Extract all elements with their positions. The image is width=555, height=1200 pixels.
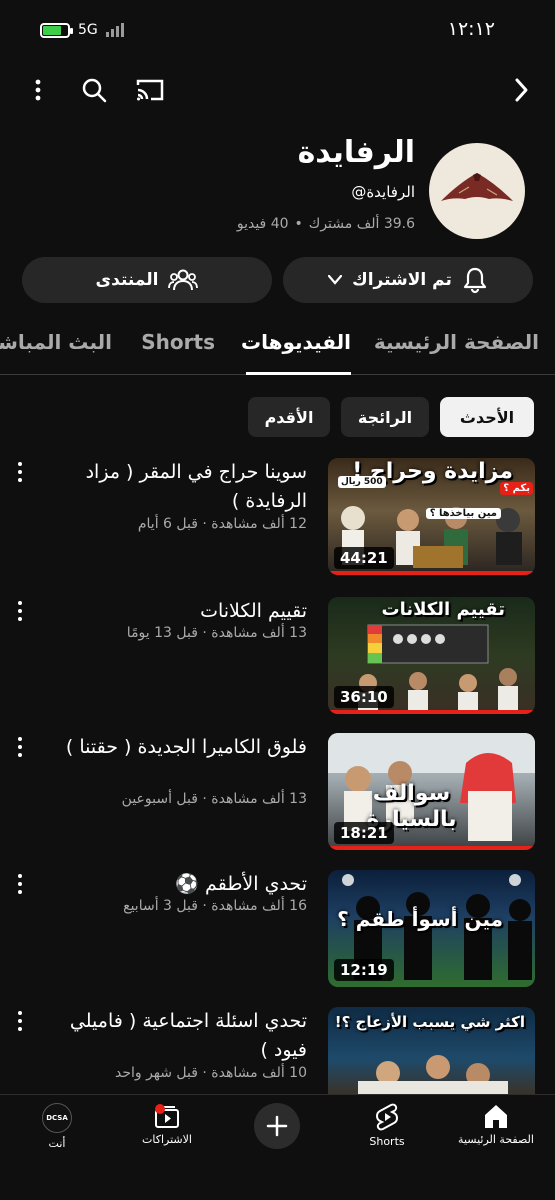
watch-progress-bar	[328, 846, 535, 850]
video-row[interactable]: مزايدة وحراج ! مين بياخذها ؟ بكم ؟ 500 ر…	[0, 458, 555, 584]
video-meta: 13 ألف مشاهدة · قبل أسبوعين	[121, 791, 307, 807]
nav-subscriptions[interactable]: الاشتراكات	[122, 1103, 212, 1146]
battery-icon	[40, 22, 73, 38]
nav-you-label: أنت	[48, 1137, 66, 1150]
chevron-down-icon	[328, 275, 343, 285]
video-duration: 12:19	[334, 959, 394, 981]
search-icon[interactable]	[78, 74, 110, 106]
video-menu-icon[interactable]	[14, 599, 26, 623]
nav-you[interactable]: DCSA أنت	[12, 1103, 102, 1150]
nav-home-label: الصفحة الرئيسية	[458, 1133, 534, 1146]
nav-subscriptions-label: الاشتراكات	[142, 1133, 192, 1146]
nav-shorts[interactable]: Shorts	[342, 1103, 432, 1148]
subscribed-button[interactable]: تم الاشتراك	[283, 257, 533, 303]
channel-logo-icon	[441, 173, 513, 201]
system-nav-area	[0, 1156, 555, 1200]
video-row[interactable]: سوالف بالسيارة 18:21 فلوق الكاميرا الجدي…	[0, 733, 555, 859]
video-title[interactable]: تحدي اسئلة اجتماعية ( فاميلي فيود )	[47, 1007, 307, 1065]
active-tab-indicator	[246, 372, 351, 375]
tab-videos[interactable]: الفيديوهات	[241, 330, 351, 354]
video-menu-icon[interactable]	[14, 735, 26, 759]
video-thumbnail[interactable]: تقييم الكلانات 36:10	[328, 597, 535, 714]
create-button[interactable]	[254, 1103, 300, 1149]
video-duration: 18:21	[334, 822, 394, 844]
status-icons: 5G	[40, 22, 124, 38]
network-label: 5G	[78, 22, 98, 38]
tab-live[interactable]: البث المباشر	[0, 330, 112, 354]
channel-stats: 39.6 ألف مشترك•40 فيديو	[236, 216, 415, 232]
nav-home[interactable]: الصفحة الرئيسية	[451, 1103, 541, 1146]
back-arrow-icon[interactable]	[505, 74, 537, 106]
thumbnail-tag: بكم ؟	[500, 482, 533, 495]
top-app-bar	[0, 62, 555, 118]
channel-name: الرفايدة	[297, 135, 415, 170]
nav-shorts-label: Shorts	[369, 1135, 405, 1148]
people-icon	[168, 269, 199, 291]
subscriptions-icon	[155, 1104, 179, 1128]
signal-icon	[105, 23, 124, 37]
video-meta: 16 ألف مشاهدة · قبل 3 أسابيع	[123, 898, 307, 914]
video-menu-icon[interactable]	[14, 460, 26, 484]
home-icon	[485, 1105, 507, 1128]
more-options-icon[interactable]	[22, 74, 54, 106]
video-title[interactable]: فلوق الكاميرا الجديدة ( حقتنا )	[47, 733, 307, 762]
user-avatar: DCSA	[42, 1103, 72, 1133]
thumbnail-title: مين أسوأ طقم ؟	[337, 907, 503, 931]
bell-icon	[463, 267, 486, 294]
video-thumbnail[interactable]: سوالف بالسيارة 18:21	[328, 733, 535, 850]
video-duration: 44:21	[334, 547, 394, 569]
video-meta: 12 ألف مشاهدة · قبل 6 أيام	[137, 516, 307, 532]
video-menu-icon[interactable]	[14, 1009, 26, 1033]
thumbnail-price: 500 ريال	[338, 476, 386, 488]
status-bar: 5G ١٢:١٢	[0, 0, 555, 60]
video-title[interactable]: تحدي الأطقم ⚽	[47, 870, 307, 899]
video-count: 40 فيديو	[236, 216, 289, 232]
video-row[interactable]: مين أسوأ طقم ؟ 12:19 تحدي الأطقم ⚽ 16 أل…	[0, 870, 555, 996]
tab-shorts[interactable]: Shorts	[141, 330, 215, 354]
video-title[interactable]: تقييم الكلانات	[47, 597, 307, 626]
video-title[interactable]: سوينا حراج في المقر ( مزاد الرفايدة )	[47, 458, 307, 516]
channel-avatar[interactable]	[429, 143, 525, 239]
thumbnail-title: تقييم الكلانات	[381, 599, 505, 620]
plus-icon	[266, 1115, 288, 1137]
tab-home[interactable]: الصفحة الرئيسية	[374, 330, 539, 354]
shorts-icon	[376, 1103, 398, 1131]
watch-progress-bar	[328, 710, 535, 714]
thumbnail-subtitle: مين بياخذها ؟	[425, 508, 501, 519]
clock: ١٢:١٢	[447, 18, 495, 40]
video-menu-icon[interactable]	[14, 872, 26, 896]
bottom-navigation: الصفحة الرئيسية Shorts الاشتراكات DCSA أ…	[0, 1094, 555, 1157]
subscribed-label: تم الاشتراك	[352, 270, 452, 290]
video-thumbnail[interactable]: مين أسوأ طقم ؟ 12:19	[328, 870, 535, 987]
video-duration: 36:10	[334, 686, 394, 708]
video-thumbnail[interactable]: اكثر شي يسبب الأزعاج ؟!	[328, 1007, 535, 1094]
subscriber-count: 39.6 ألف مشترك	[308, 216, 415, 232]
thumbnail-title: اكثر شي يسبب الأزعاج ؟!	[334, 1013, 525, 1031]
cast-icon[interactable]	[134, 74, 166, 106]
channel-tabs: الصفحة الرئيسية الفيديوهات Shorts البث ا…	[0, 318, 555, 375]
video-thumbnail[interactable]: مزايدة وحراج ! مين بياخذها ؟ بكم ؟ 500 ر…	[328, 458, 535, 575]
channel-handle: @الرفايدة	[351, 183, 415, 201]
video-meta: 13 ألف مشاهدة · قبل 13 يومًا	[126, 625, 307, 641]
community-button[interactable]: المنتدى	[22, 257, 272, 303]
video-meta: 10 ألف مشاهدة · قبل شهر واحد	[114, 1065, 307, 1081]
video-row[interactable]: تقييم الكلانات 36:10 تقييم الكلانات 13 أ…	[0, 597, 555, 723]
community-label: المنتدى	[95, 270, 159, 290]
filter-latest[interactable]: الأحدث	[440, 397, 534, 437]
watch-progress-bar	[328, 571, 535, 575]
filter-oldest[interactable]: الأقدم	[248, 397, 330, 437]
filter-popular[interactable]: الرائجة	[341, 397, 429, 437]
